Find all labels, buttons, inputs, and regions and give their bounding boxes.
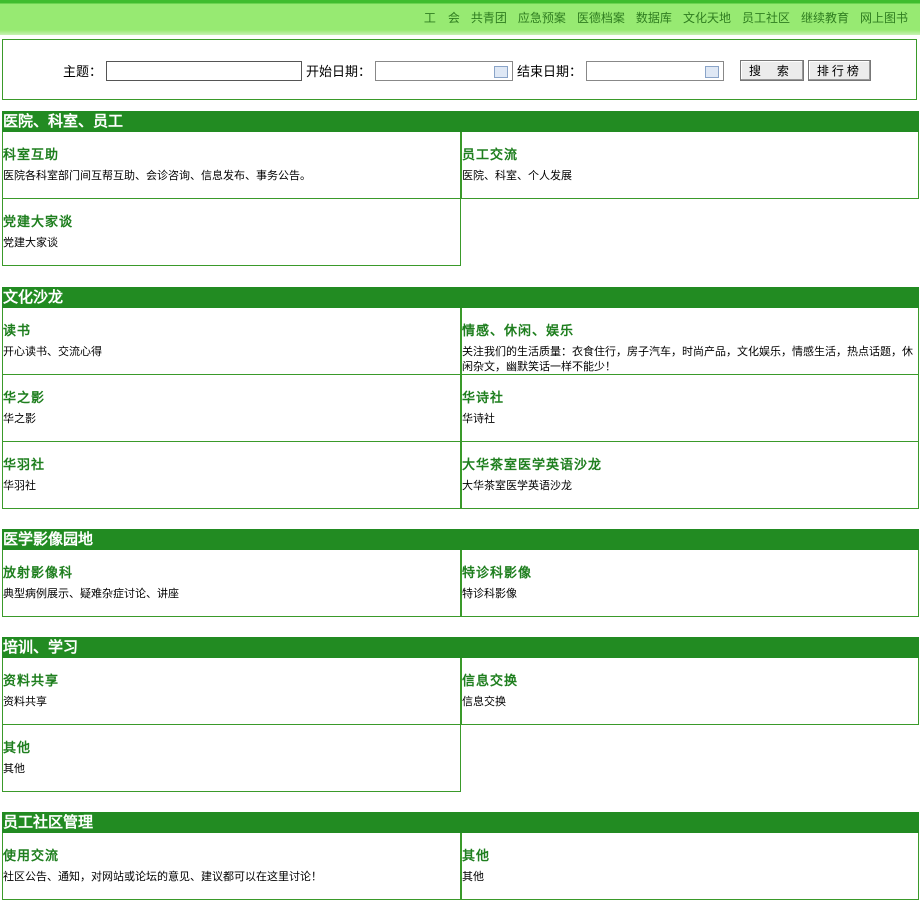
calendar-icon[interactable] <box>494 65 509 78</box>
forum-link[interactable]: 放射影像科 <box>3 562 460 581</box>
calendar-icon[interactable] <box>705 65 720 78</box>
forum-link[interactable]: 华之影 <box>3 387 460 406</box>
forum-description: 典型病例展示、疑难杂症讨论、讲座 <box>3 587 179 600</box>
nav-item-database[interactable]: 数据库 <box>636 9 672 26</box>
forum-description: 社区公告、通知，对网站或论坛的意见、建议都可以在这里讨论！ <box>3 870 322 883</box>
forum-description: 信息交换 <box>462 695 506 708</box>
empty-cell <box>461 199 919 266</box>
forum-cell: 特诊科影像 特诊科影像 <box>461 550 919 617</box>
forum-cell: 大华茶室医学英语沙龙 大华茶室医学英语沙龙 <box>461 442 919 509</box>
forum-link[interactable]: 其他 <box>3 737 460 756</box>
forum-description: 关注我们的生活质量：衣食住行，房子汽车，时尚产品，文化娱乐，情感生活，热点话题，… <box>462 345 913 373</box>
forum-link[interactable]: 华诗社 <box>462 387 918 406</box>
forum-description: 特诊科影像 <box>462 587 517 600</box>
forum-cell: 使用交流 社区公告、通知，对网站或论坛的意见、建议都可以在这里讨论！ <box>2 833 461 900</box>
ranking-button[interactable]: 排行榜 <box>807 60 871 81</box>
forum-cell: 华之影 华之影 <box>2 375 461 442</box>
forum-description: 开心读书、交流心得 <box>3 345 102 358</box>
top-nav: 工 会 共青团 应急预案 医德档案 数据库 文化天地 员工社区 继续教育 网上图… <box>424 9 908 26</box>
top-nav-bar: 工 会 共青团 应急预案 医德档案 数据库 文化天地 员工社区 继续教育 网上图… <box>0 0 920 35</box>
forum-section: 培训、学习 资料共享 资料共享 信息交换 信息交换 其他 其他 <box>2 637 919 792</box>
forum-cell: 员工交流 医院、科室、个人发展 <box>461 132 919 199</box>
section-title: 员工社区管理 <box>2 812 919 833</box>
forum-link[interactable]: 信息交换 <box>462 670 918 689</box>
forum-cell: 其他 其他 <box>461 833 919 900</box>
forum-link[interactable]: 其他 <box>462 845 918 864</box>
forum-description: 华羽社 <box>3 479 36 492</box>
forum-link[interactable]: 大华茶室医学英语沙龙 <box>462 454 918 473</box>
nav-item-emergency-plan[interactable]: 应急预案 <box>518 9 566 26</box>
nav-item-continuing-education[interactable]: 继续教育 <box>801 9 849 26</box>
forum-link[interactable]: 科室互助 <box>3 144 460 163</box>
section-title: 文化沙龙 <box>2 287 919 308</box>
forum-description: 其他 <box>462 870 484 883</box>
forum-section: 员工社区管理 使用交流 社区公告、通知，对网站或论坛的意见、建议都可以在这里讨论… <box>2 812 919 900</box>
forum-cell: 其他 其他 <box>2 725 461 792</box>
forum-cell: 党建大家谈 党建大家谈 <box>2 199 461 266</box>
topic-label: 主题： <box>63 65 103 80</box>
forum-description: 华诗社 <box>462 412 495 425</box>
forum-description: 党建大家谈 <box>3 236 58 249</box>
nav-item-youth-league[interactable]: 共青团 <box>471 9 507 26</box>
forum-link[interactable]: 情感、休闲、娱乐 <box>462 320 918 339</box>
forum-cell: 信息交换 信息交换 <box>461 658 919 725</box>
nav-item-staff-community[interactable]: 员工社区 <box>742 9 790 26</box>
forum-link[interactable]: 党建大家谈 <box>3 211 460 230</box>
forum-description: 医院、科室、个人发展 <box>462 169 572 182</box>
forum-link[interactable]: 员工交流 <box>462 144 918 163</box>
forum-link[interactable]: 使用交流 <box>3 845 460 864</box>
forum-cell: 情感、休闲、娱乐 关注我们的生活质量：衣食住行，房子汽车，时尚产品，文化娱乐，情… <box>461 308 919 375</box>
forum-link[interactable]: 华羽社 <box>3 454 460 473</box>
forum-description: 医院各科室部门间互帮互助、会诊咨询、信息发布、事务公告。 <box>3 169 311 182</box>
forum-link[interactable]: 资料共享 <box>3 670 460 689</box>
forum-description: 资料共享 <box>3 695 47 708</box>
search-button[interactable]: 搜 索 <box>740 60 804 81</box>
nav-item-culture[interactable]: 文化天地 <box>683 9 731 26</box>
section-title: 医学影像园地 <box>2 529 919 550</box>
search-panel: 主题： 开始日期： 结束日期： 搜 索 排行榜 <box>2 39 917 100</box>
forum-cell: 科室互助 医院各科室部门间互帮互助、会诊咨询、信息发布、事务公告。 <box>2 132 461 199</box>
topic-input[interactable] <box>106 60 303 81</box>
section-title: 培训、学习 <box>2 637 919 658</box>
forum-section: 文化沙龙 读书 开心读书、交流心得 情感、休闲、娱乐 关注我们的生活质量：衣食住… <box>2 287 919 509</box>
forum-cell: 华诗社 华诗社 <box>461 375 919 442</box>
forum-link[interactable]: 特诊科影像 <box>462 562 918 581</box>
end-date-field[interactable] <box>586 60 725 81</box>
forum-cell: 资料共享 资料共享 <box>2 658 461 725</box>
forum-section: 医学影像园地 放射影像科 典型病例展示、疑难杂症讨论、讲座 特诊科影像 特诊科影… <box>2 529 919 617</box>
forum-cell: 华羽社 华羽社 <box>2 442 461 509</box>
forum-cell: 读书 开心读书、交流心得 <box>2 308 461 375</box>
forum-cell: 放射影像科 典型病例展示、疑难杂症讨论、讲座 <box>2 550 461 617</box>
forum-section: 医院、科室、员工 科室互助 医院各科室部门间互帮互助、会诊咨询、信息发布、事务公… <box>2 111 919 266</box>
forum-description: 华之影 <box>3 412 36 425</box>
nav-item-ethics-archive[interactable]: 医德档案 <box>577 9 625 26</box>
forum-description: 其他 <box>3 762 25 775</box>
forum-description: 大华茶室医学英语沙龙 <box>462 479 572 492</box>
end-date-label: 结束日期： <box>517 65 583 80</box>
section-title: 医院、科室、员工 <box>2 111 919 132</box>
nav-item-union[interactable]: 工 会 <box>424 9 460 26</box>
forum-link[interactable]: 读书 <box>3 320 460 339</box>
start-date-field[interactable] <box>375 60 514 81</box>
start-date-label: 开始日期： <box>306 65 372 80</box>
nav-item-online-library[interactable]: 网上图书 <box>860 9 908 26</box>
empty-cell <box>461 725 919 792</box>
